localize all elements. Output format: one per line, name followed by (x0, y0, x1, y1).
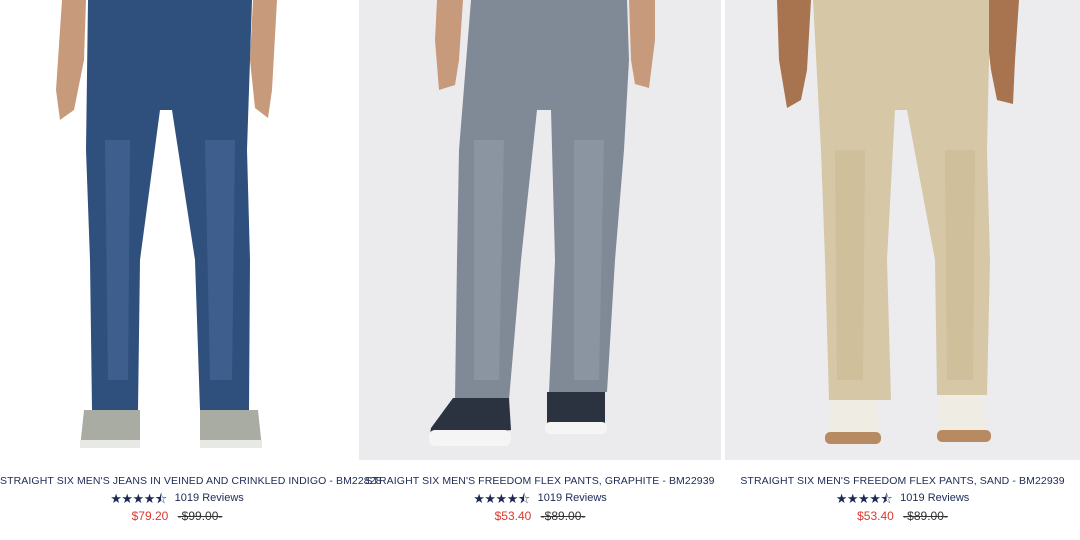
product-info: STRAIGHT SIX MEN'S JEANS IN VEINED AND C… (0, 474, 382, 523)
star-rating-icon: ★★★★⯪ (473, 490, 530, 506)
product-rating: ★★★★⯪ 1019 Reviews (725, 491, 1080, 505)
original-price: -$99.00- (177, 509, 223, 523)
product-price: $53.40 -$89.00- (359, 509, 721, 523)
star-rating-icon: ★★★★⯪ (835, 490, 893, 506)
product-price: $53.40 -$89.00- (725, 509, 1080, 523)
product-rating: ★★★★⯪ 1019 Reviews (0, 491, 354, 505)
original-price: -$89.00- (903, 509, 948, 523)
reviews-link[interactable]: 1019 Reviews (900, 492, 969, 505)
product-rating: ★★★★⯪ 1019 Reviews (359, 491, 721, 505)
sale-price: $53.40 (857, 509, 894, 523)
product-title-link[interactable]: STRAIGHT SIX MEN'S FREEDOM FLEX PANTS, G… (359, 474, 721, 488)
star-rating-icon: ★★★★⯪ (110, 490, 167, 506)
product-title-link[interactable]: STRAIGHT SIX MEN'S JEANS IN VEINED AND C… (0, 474, 382, 488)
sale-price: $53.40 (494, 509, 532, 523)
product-image[interactable] (0, 0, 354, 460)
sale-price: $79.20 (131, 509, 169, 523)
product-price: $79.20 -$99.00- (0, 509, 354, 523)
product-grid: STRAIGHT SIX MEN'S JEANS IN VEINED AND C… (0, 0, 1080, 540)
product-title-link[interactable]: STRAIGHT SIX MEN'S FREEDOM FLEX PANTS, S… (725, 474, 1080, 488)
product-card[interactable]: STRAIGHT SIX MEN'S FREEDOM FLEX PANTS, G… (359, 0, 721, 540)
product-image[interactable] (725, 0, 1080, 460)
product-card[interactable]: STRAIGHT SIX MEN'S FREEDOM FLEX PANTS, S… (725, 0, 1080, 540)
reviews-link[interactable]: 1019 Reviews (538, 492, 607, 505)
product-info: STRAIGHT SIX MEN'S FREEDOM FLEX PANTS, G… (359, 474, 721, 523)
product-image[interactable] (359, 0, 721, 460)
product-card[interactable]: STRAIGHT SIX MEN'S JEANS IN VEINED AND C… (0, 0, 382, 540)
reviews-link[interactable]: 1019 Reviews (175, 492, 244, 505)
product-info: STRAIGHT SIX MEN'S FREEDOM FLEX PANTS, S… (725, 474, 1080, 523)
original-price: -$89.00- (540, 509, 586, 523)
